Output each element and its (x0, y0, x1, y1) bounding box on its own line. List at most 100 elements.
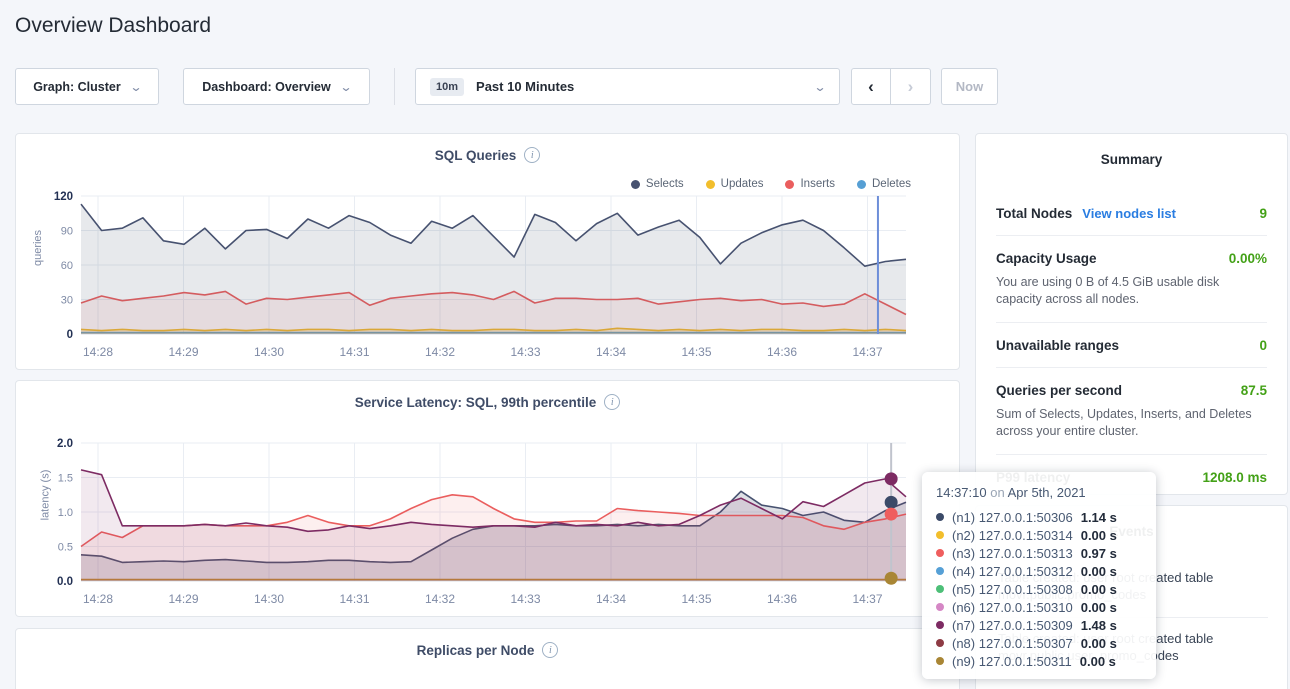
controls-divider (394, 68, 395, 105)
overview-dashboard-page: Overview Dashboard Graph: Cluster ⌄ Dash… (0, 0, 1290, 689)
tooltip-node-label: (n7) 127.0.0.1:50309 (952, 618, 1073, 633)
svg-text:1.0: 1.0 (58, 507, 73, 519)
tooltip-node-value: 1.14 s (1081, 510, 1117, 525)
svg-text:2.0: 2.0 (57, 438, 73, 450)
tooltip-node-label: (n8) 127.0.0.1:50307 (952, 636, 1073, 651)
svg-text:14:35: 14:35 (681, 592, 711, 606)
time-range-label: Past 10 Minutes (476, 79, 574, 94)
chevron-left-icon: ‹ (868, 77, 874, 97)
legend-item-selects[interactable]: Selects (631, 178, 684, 190)
tooltip-timestamp: 14:37:10 on Apr 5th, 2021 (936, 485, 1142, 500)
svg-text:0.0: 0.0 (57, 576, 73, 588)
node-color-dot-icon (936, 603, 944, 611)
svg-text:14:31: 14:31 (339, 345, 369, 359)
sql-queries-panel: SQL Queries i Selects Updates Inserts Delet… (15, 133, 960, 370)
dashboard-dropdown[interactable]: Dashboard: Overview ⌄ (183, 68, 370, 105)
service-latency-chart[interactable]: 14:2814:2914:3014:3114:3214:3314:3414:35… (31, 438, 921, 616)
node-color-dot-icon (936, 585, 944, 593)
svg-text:0: 0 (67, 329, 73, 341)
summary-row: Queries per second 87.5 Sum of Selects, Up… (996, 367, 1267, 454)
summary-row-description: Sum of Selects, Updates, Inserts, and De… (996, 406, 1267, 440)
tooltip-node-value: 0.00 s (1081, 564, 1117, 579)
time-back-button[interactable]: ‹ (852, 69, 891, 104)
summary-row-value: 87.5 (1241, 383, 1267, 398)
info-icon[interactable]: i (524, 147, 540, 163)
tooltip-date: Apr 5th, 2021 (1008, 485, 1086, 500)
summary-title: Summary (976, 134, 1287, 167)
graph-dropdown[interactable]: Graph: Cluster ⌄ (15, 68, 159, 105)
svg-text:14:28: 14:28 (83, 592, 113, 606)
tooltip-node-label: (n4) 127.0.0.1:50312 (952, 564, 1073, 579)
tooltip-node-value: 0.00 s (1081, 528, 1117, 543)
legend-label: Updates (721, 178, 764, 190)
tooltip-node-row: (n3) 127.0.0.1:503130.97 s (936, 544, 1142, 562)
legend-label: Deletes (872, 178, 911, 190)
chart-hover-tooltip: 14:37:10 on Apr 5th, 2021 (n1) 127.0.0.1… (922, 472, 1156, 679)
summary-panel: Summary Total NodesView nodes list9Capac… (975, 133, 1288, 495)
svg-text:14:33: 14:33 (510, 592, 540, 606)
svg-text:120: 120 (54, 191, 73, 203)
node-color-dot-icon (936, 513, 944, 521)
tooltip-node-row: (n1) 127.0.0.1:503061.14 s (936, 508, 1142, 526)
tooltip-node-value: 0.97 s (1081, 546, 1117, 561)
tooltip-node-label: (n2) 127.0.0.1:50314 (952, 528, 1073, 543)
tooltip-node-label: (n6) 127.0.0.1:50310 (952, 600, 1073, 615)
svg-text:30: 30 (61, 295, 73, 307)
summary-row-label: Queries per second (996, 383, 1122, 398)
summary-row-value: 9 (1259, 206, 1267, 221)
chevron-right-icon: › (908, 77, 914, 97)
svg-text:14:29: 14:29 (168, 345, 198, 359)
tooltip-node-row: (n9) 127.0.0.1:503110.00 s (936, 652, 1142, 670)
replicas-per-node-title: Replicas per Node (417, 643, 535, 658)
svg-text:14:32: 14:32 (425, 345, 455, 359)
svg-text:1.5: 1.5 (58, 473, 73, 485)
now-button[interactable]: Now (941, 68, 998, 105)
legend-item-deletes[interactable]: Deletes (857, 178, 911, 190)
svg-text:14:30: 14:30 (254, 345, 284, 359)
summary-row: Total NodesView nodes list9 (996, 191, 1267, 235)
svg-text:60: 60 (61, 260, 73, 272)
legend-label: Inserts (800, 178, 835, 190)
time-forward-button[interactable]: › (891, 69, 930, 104)
summary-row-value: 0.00% (1229, 251, 1267, 266)
summary-row-label: Unavailable ranges (996, 338, 1119, 353)
sql-queries-legend: Selects Updates Inserts Deletes (631, 178, 911, 190)
tooltip-node-value: 0.00 s (1080, 654, 1116, 669)
tooltip-node-row: (n4) 127.0.0.1:50312 0.00 s (936, 562, 1142, 580)
svg-text:14:34: 14:34 (596, 345, 626, 359)
summary-row-description: You are using 0 B of 4.5 GiB usable disk… (996, 274, 1267, 308)
node-color-dot-icon (936, 531, 944, 539)
tooltip-node-label: (n5) 127.0.0.1:50308 (952, 582, 1073, 597)
svg-text:14:35: 14:35 (681, 345, 711, 359)
sql-queries-title: SQL Queries (435, 148, 517, 163)
tooltip-on: on (990, 485, 1004, 500)
tooltip-node-value: 0.00 s (1081, 582, 1117, 597)
legend-dot-icon (706, 180, 715, 189)
summary-row: Capacity Usage0.00%You are using 0 B of … (996, 235, 1267, 322)
svg-text:14:37: 14:37 (852, 345, 882, 359)
view-nodes-list-link[interactable]: View nodes list (1082, 206, 1176, 221)
summary-row-value: 0 (1259, 338, 1267, 353)
legend-item-updates[interactable]: Updates (706, 178, 764, 190)
svg-text:14:37: 14:37 (852, 592, 882, 606)
svg-text:0.5: 0.5 (58, 542, 73, 554)
legend-dot-icon (785, 180, 794, 189)
tooltip-node-value: 0.00 s (1081, 636, 1117, 651)
chevron-down-icon: ⌄ (339, 80, 352, 94)
service-latency-title: Service Latency: SQL, 99th percentile (355, 395, 597, 410)
sql-queries-chart[interactable]: 14:2814:2914:3014:3114:3214:3314:3414:35… (31, 191, 921, 369)
tooltip-node-row: (n8) 127.0.0.1:50307 0.00 s (936, 634, 1142, 652)
tooltip-node-row: (n2) 127.0.0.1:50314 0.00 s (936, 526, 1142, 544)
svg-text:14:32: 14:32 (425, 592, 455, 606)
time-range-dropdown[interactable]: 10m Past 10 Minutes ⌄ (415, 68, 840, 105)
node-color-dot-icon (936, 639, 944, 647)
graph-dropdown-label: Graph: Cluster (33, 80, 121, 94)
legend-item-inserts[interactable]: Inserts (785, 178, 835, 190)
info-icon[interactable]: i (542, 642, 558, 658)
legend-dot-icon (631, 180, 640, 189)
svg-text:14:33: 14:33 (510, 345, 540, 359)
tooltip-node-value: 0.00 s (1081, 600, 1117, 615)
info-icon[interactable]: i (604, 394, 620, 410)
time-range-badge: 10m (430, 78, 464, 96)
chevron-down-icon: ⌄ (813, 80, 826, 94)
